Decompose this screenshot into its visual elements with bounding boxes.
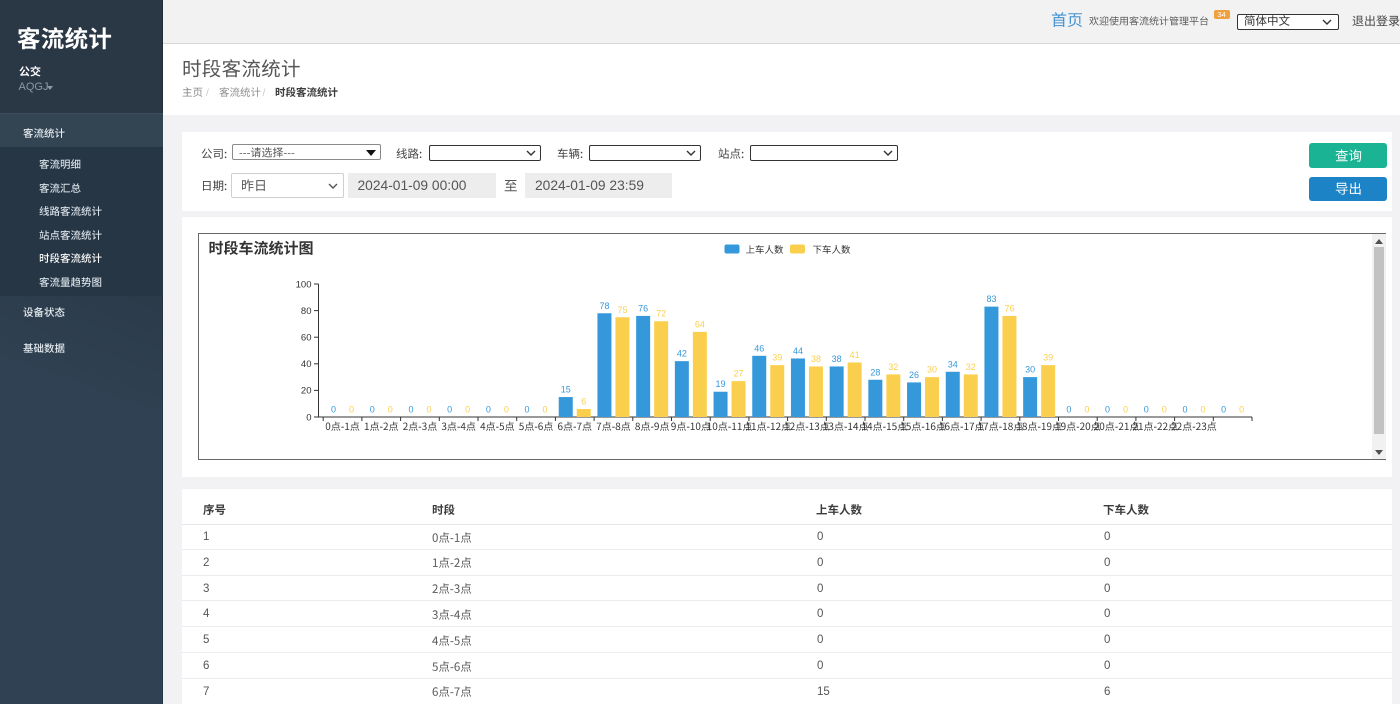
svg-text:42: 42 bbox=[676, 349, 686, 359]
svg-text:0: 0 bbox=[1105, 405, 1110, 415]
svg-text:0: 0 bbox=[1084, 405, 1089, 415]
svg-text:27: 27 bbox=[733, 369, 743, 379]
svg-text:0: 0 bbox=[1182, 405, 1187, 415]
svg-text:19: 19 bbox=[715, 379, 725, 389]
svg-text:30: 30 bbox=[927, 365, 937, 375]
svg-text:78: 78 bbox=[599, 301, 609, 311]
svg-text:0: 0 bbox=[331, 405, 336, 415]
svg-text:83: 83 bbox=[986, 294, 996, 304]
svg-text:32: 32 bbox=[888, 362, 898, 372]
svg-text:0: 0 bbox=[447, 405, 452, 415]
svg-text:39: 39 bbox=[772, 353, 782, 363]
svg-text:6: 6 bbox=[581, 397, 586, 407]
svg-text:0: 0 bbox=[542, 405, 547, 415]
svg-text:0: 0 bbox=[426, 405, 431, 415]
svg-text:0: 0 bbox=[1221, 405, 1226, 415]
svg-text:76: 76 bbox=[1004, 303, 1014, 313]
svg-text:30: 30 bbox=[1025, 365, 1035, 375]
svg-text:39: 39 bbox=[1043, 353, 1053, 363]
svg-text:0: 0 bbox=[465, 405, 470, 415]
svg-text:0: 0 bbox=[1161, 405, 1166, 415]
svg-text:0: 0 bbox=[306, 412, 311, 423]
svg-text:44: 44 bbox=[792, 346, 802, 356]
svg-text:0: 0 bbox=[369, 405, 374, 415]
svg-text:100: 100 bbox=[295, 279, 311, 290]
svg-text:46: 46 bbox=[754, 343, 764, 353]
svg-text:34: 34 bbox=[947, 359, 957, 369]
svg-text:0: 0 bbox=[349, 405, 354, 415]
svg-text:64: 64 bbox=[694, 319, 704, 329]
svg-text:38: 38 bbox=[831, 354, 841, 364]
svg-text:41: 41 bbox=[849, 350, 859, 360]
svg-text:0: 0 bbox=[1123, 405, 1128, 415]
svg-text:0: 0 bbox=[524, 405, 529, 415]
svg-text:0: 0 bbox=[1200, 405, 1205, 415]
svg-text:0: 0 bbox=[1239, 405, 1244, 415]
svg-text:28: 28 bbox=[870, 367, 880, 377]
svg-text:0: 0 bbox=[485, 405, 490, 415]
svg-text:0: 0 bbox=[1143, 405, 1148, 415]
svg-text:0: 0 bbox=[1066, 405, 1071, 415]
svg-text:20: 20 bbox=[300, 386, 311, 397]
svg-text:76: 76 bbox=[638, 303, 648, 313]
svg-text:80: 80 bbox=[300, 306, 311, 317]
svg-text:0: 0 bbox=[408, 405, 413, 415]
svg-text:38: 38 bbox=[810, 354, 820, 364]
svg-text:40: 40 bbox=[300, 359, 311, 370]
svg-text:75: 75 bbox=[617, 305, 627, 315]
svg-text:72: 72 bbox=[656, 309, 666, 319]
svg-text:60: 60 bbox=[300, 333, 311, 344]
svg-text:32: 32 bbox=[965, 362, 975, 372]
svg-text:26: 26 bbox=[909, 370, 919, 380]
svg-text:0: 0 bbox=[387, 405, 392, 415]
svg-text:0: 0 bbox=[503, 405, 508, 415]
svg-text:15: 15 bbox=[560, 385, 570, 395]
